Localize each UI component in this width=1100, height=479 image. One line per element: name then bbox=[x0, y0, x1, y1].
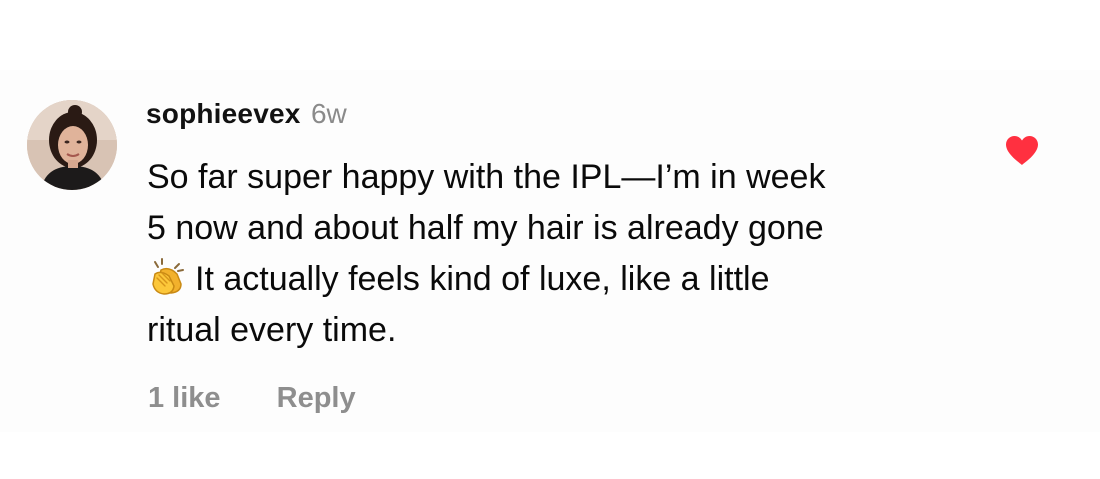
comment-item: sophieevex 6w So far super happy with th… bbox=[0, 0, 1100, 479]
comment-text-line: ritual every time. bbox=[147, 311, 397, 349]
comment-screen: sophieevex 6w So far super happy with th… bbox=[0, 0, 1100, 479]
avatar[interactable] bbox=[27, 100, 117, 190]
comment-text-line: 5 now and about half my hair is already … bbox=[147, 209, 824, 247]
comment-text-line: It actually feels kind of luxe, like a l… bbox=[195, 260, 770, 298]
comment-text-line: So far super happy with the IPL—I’m in w… bbox=[147, 158, 826, 196]
clapping-hands-icon bbox=[152, 258, 184, 295]
comment-text: So far super happy with the IPL—I’m in w… bbox=[147, 152, 967, 356]
comment-text-line-with-emoji: It actually feels kind of luxe, like a l… bbox=[147, 254, 967, 305]
profile-photo-avatar bbox=[27, 100, 117, 190]
comment-header: sophieevex 6w bbox=[146, 98, 347, 138]
likes-count[interactable]: 1 like bbox=[148, 382, 221, 414]
heart-icon[interactable] bbox=[1004, 134, 1040, 166]
username-link[interactable]: sophieevex bbox=[146, 98, 301, 129]
comment-age: 6w bbox=[310, 98, 347, 129]
reply-button[interactable]: Reply bbox=[277, 382, 356, 414]
comment-actions: 1 like Reply bbox=[148, 382, 356, 415]
